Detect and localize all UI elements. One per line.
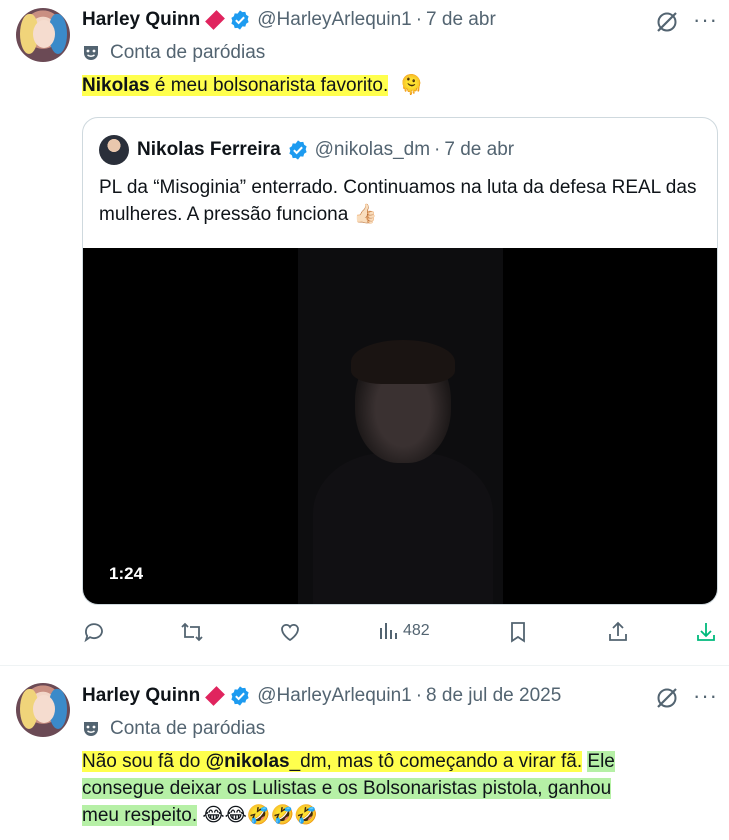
verified-badge-icon[interactable]: [287, 139, 309, 161]
author-handle[interactable]: @HarleyArlequin1: [257, 9, 411, 31]
diamond-icon: [205, 10, 226, 30]
quoted-tweet[interactable]: Nikolas Ferreira @nikolas_dm · 7 de abr …: [82, 117, 718, 605]
author-handle[interactable]: @HarleyArlequin1: [257, 685, 411, 707]
quoted-author-name[interactable]: Nikolas Ferreira: [137, 139, 281, 161]
author-name[interactable]: Harley Quinn: [82, 685, 200, 707]
video-duration: 1:24: [109, 564, 144, 583]
bookmark-icon: [511, 622, 525, 643]
analytics-icon: [380, 623, 397, 639]
tweet-text: Nikolas é meu bolsonarista favorito. 🫠: [82, 72, 423, 99]
parody-text: Conta de paródias: [110, 42, 266, 63]
mention-highlight: Nikolas: [82, 75, 150, 96]
diamond-icon: [205, 686, 226, 706]
more-options-icon[interactable]: ···: [693, 683, 718, 709]
repost-button[interactable]: [179, 620, 205, 644]
author-name[interactable]: Harley Quinn: [82, 9, 200, 31]
tweet-date[interactable]: 7 de abr: [426, 9, 496, 31]
tweet-text-line-2: consegue deixar os Lulistas e os Bolsona…: [82, 778, 612, 799]
tweet-text: Não sou fã do @nikolas_dm, mas tô começa…: [82, 748, 712, 829]
repost-icon: [181, 622, 203, 642]
download-icon: [697, 623, 715, 641]
quoted-text: PL da “Misoginia” enterrado. Continuamos…: [99, 177, 697, 225]
download-button[interactable]: [694, 620, 718, 644]
parody-mask-icon: [84, 722, 98, 736]
reply-button[interactable]: [82, 620, 106, 644]
more-options-icon[interactable]: ···: [693, 7, 718, 33]
separator-dot: ·: [434, 139, 441, 160]
separator-dot: ·: [415, 685, 423, 706]
share-button[interactable]: [606, 620, 630, 644]
parody-mask-icon: [84, 46, 98, 60]
tweet-text-line-3: meu respeito. 😂😂🤣🤣🤣: [82, 805, 318, 826]
mention-link[interactable]: @nikolas: [205, 751, 290, 772]
emoji: 🫠: [399, 75, 424, 96]
parody-label: Conta de paródias: [82, 40, 265, 66]
views-count: 482: [403, 622, 430, 639]
quoted-avatar[interactable]: [99, 135, 129, 165]
quoted-date[interactable]: 7 de abr: [444, 139, 514, 161]
tweet-1[interactable]: Harley Quinn @HarleyArlequin1 · 7 de abr…: [0, 0, 729, 665]
views-button[interactable]: 482: [377, 620, 430, 642]
verified-badge-icon[interactable]: [229, 9, 251, 31]
verified-badge-icon[interactable]: [229, 685, 251, 707]
avatar[interactable]: [16, 8, 70, 62]
tweet-date[interactable]: 8 de jul de 2025: [426, 685, 561, 707]
tweet-header: Harley Quinn @HarleyArlequin1 · 8 de jul…: [82, 683, 561, 709]
tweet-text-line-1: Não sou fã do @nikolas_dm, mas tô começa…: [82, 751, 615, 772]
grok-icon[interactable]: [654, 685, 680, 711]
emojis: 😂😂🤣🤣🤣: [202, 805, 318, 826]
heart-icon: [281, 623, 299, 642]
reply-icon: [84, 623, 103, 643]
video-player[interactable]: 1:24: [83, 248, 717, 604]
share-icon: [609, 621, 627, 641]
quoted-handle[interactable]: @nikolas_dm: [315, 139, 430, 161]
tweet-2[interactable]: Harley Quinn @HarleyArlequin1 · 8 de jul…: [0, 666, 729, 840]
separator-dot: ·: [415, 9, 423, 30]
tweet-header: Harley Quinn @HarleyArlequin1 · 7 de abr: [82, 7, 496, 33]
like-button[interactable]: [278, 620, 302, 644]
quoted-header: Nikolas Ferreira @nikolas_dm · 7 de abr: [99, 134, 514, 166]
action-bar: 482: [82, 620, 722, 650]
parody-text: Conta de paródias: [110, 718, 266, 739]
tweet-text-body: é meu bolsonarista favorito.: [149, 75, 389, 96]
parody-label: Conta de paródias: [82, 716, 265, 742]
bookmark-button[interactable]: [507, 620, 529, 644]
grok-icon[interactable]: [654, 9, 680, 35]
avatar[interactable]: [16, 683, 70, 737]
